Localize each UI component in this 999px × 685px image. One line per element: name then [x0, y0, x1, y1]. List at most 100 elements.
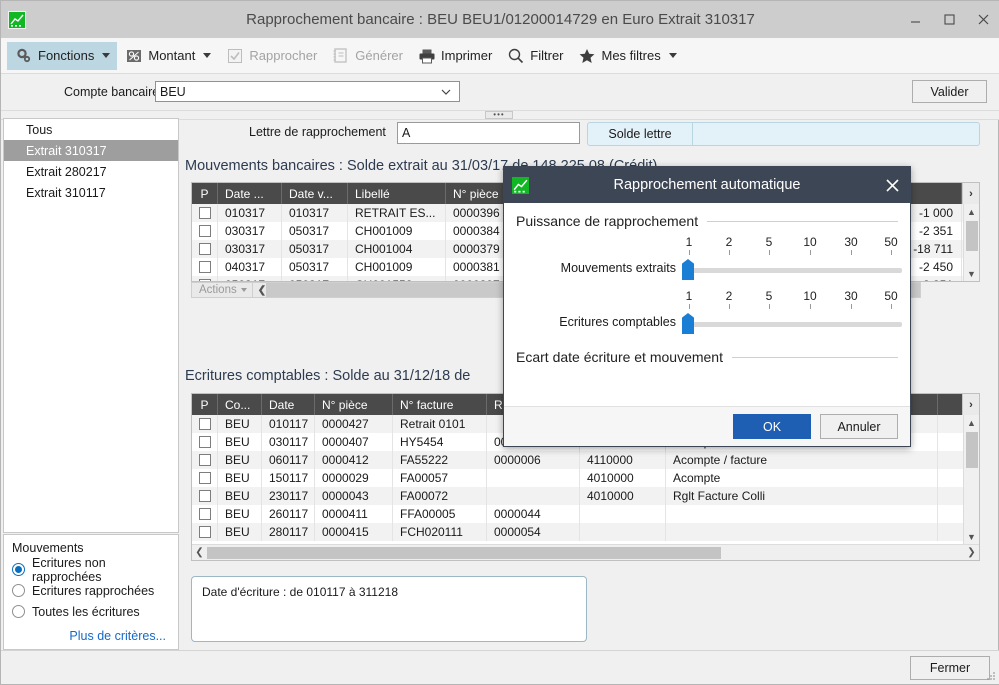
row-checkbox[interactable]: [192, 222, 218, 240]
tick-mark: [851, 250, 852, 255]
vertical-scrollbar[interactable]: ▲ ▼: [963, 415, 979, 544]
table-row[interactable]: BEU 150117 0000029 FA00057 4010000 Acomp…: [192, 469, 979, 487]
title-bar: Rapprochement bancaire : BEU BEU1/012000…: [1, 1, 999, 38]
column-header-n-facture[interactable]: N° facture: [393, 394, 487, 415]
slider-ecritures-comptables: 1 2 5 10 30: [516, 289, 898, 337]
gap-section-label: Ecart date écriture et mouvement: [516, 349, 723, 365]
radio-ecritures-rapprochees[interactable]: Ecritures rapprochées: [12, 580, 170, 601]
maximize-icon[interactable]: [932, 1, 966, 38]
chevron-down-icon[interactable]: [203, 53, 211, 58]
sidebar-item-extrait-280217[interactable]: Extrait 280217: [4, 161, 178, 182]
sidebar-item-tous[interactable]: Tous: [4, 119, 178, 140]
annuler-button[interactable]: Annuler: [820, 414, 898, 439]
criteria-summary-box: Date d'écriture : de 010117 à 311218: [191, 576, 587, 642]
column-header-n-piece[interactable]: N° pièce: [315, 394, 393, 415]
tick-label: 2: [721, 289, 737, 303]
row-checkbox[interactable]: [192, 505, 218, 523]
chevron-left-icon[interactable]: ❮: [258, 285, 266, 296]
plus-de-criteres-link[interactable]: Plus de critères...: [12, 629, 170, 643]
scroll-right-icon[interactable]: ❯: [964, 547, 979, 558]
radio-ecritures-non-rapprochees[interactable]: Ecritures non rapprochées: [12, 559, 170, 580]
application-window: Rapprochement bancaire : BEU BEU1/012000…: [0, 0, 999, 685]
column-header-p[interactable]: P: [192, 394, 218, 415]
row-checkbox[interactable]: [192, 451, 218, 469]
toolbar-label-montant: Montant: [148, 48, 195, 63]
row-checkbox[interactable]: [192, 204, 218, 222]
column-header-date[interactable]: Date: [262, 394, 315, 415]
column-header-p[interactable]: P: [192, 183, 218, 204]
extracts-sidebar[interactable]: Tous Extrait 310317 Extrait 280217 Extra…: [3, 118, 179, 533]
slider-thumb[interactable]: [682, 259, 694, 280]
book-icon: [331, 46, 350, 65]
scroll-left-icon[interactable]: ❮: [192, 547, 207, 558]
toolbar-label-rapprocher: Rapprocher: [249, 48, 317, 63]
horizontal-scrollbar[interactable]: ❮ ❯: [192, 544, 979, 560]
radio-label: Toutes les écritures: [32, 605, 140, 619]
cell-compte: [580, 505, 666, 523]
tick-label: 1: [681, 289, 697, 303]
letter-row: Lettre de rapprochement A Solde lettre: [183, 118, 998, 148]
cell-n-piece: 0000412: [315, 451, 393, 469]
scroll-up-icon[interactable]: ▲: [964, 415, 979, 430]
scroll-down-icon[interactable]: ▼: [964, 529, 979, 544]
scrollbar-thumb[interactable]: [966, 432, 978, 468]
scroll-columns-right-button[interactable]: ›: [962, 183, 979, 204]
sidebar-item-extrait-310117[interactable]: Extrait 310117: [4, 182, 178, 203]
row-checkbox[interactable]: [192, 523, 218, 541]
compte-bancaire-select[interactable]: BEU: [155, 81, 460, 102]
table-row[interactable]: BEU 280117 0000415 FCH020111 0000054: [192, 523, 979, 541]
close-icon[interactable]: [966, 1, 999, 38]
column-header-code[interactable]: Co...: [218, 394, 262, 415]
scrollbar-thumb[interactable]: [207, 547, 721, 559]
minimize-icon[interactable]: [898, 1, 932, 38]
sidebar-item-extrait-310317[interactable]: Extrait 310317: [4, 140, 178, 161]
row-checkbox[interactable]: [192, 433, 218, 451]
valider-button[interactable]: Valider: [912, 80, 987, 103]
ok-button[interactable]: OK: [733, 414, 811, 439]
radio-icon: [12, 605, 25, 618]
row-checkbox[interactable]: [192, 469, 218, 487]
scroll-up-icon[interactable]: ▲: [964, 204, 979, 219]
power-section-legend: Puissance de rapprochement: [516, 213, 898, 229]
row-checkbox[interactable]: [192, 258, 218, 276]
row-checkbox[interactable]: [192, 415, 218, 433]
table-row[interactable]: BEU 060117 0000412 FA55222 0000006 41100…: [192, 451, 979, 469]
slider-track[interactable]: [684, 268, 902, 273]
cell-n-facture: Retrait 0101: [393, 415, 487, 433]
cell-libelle: [666, 505, 938, 523]
fermer-button[interactable]: Fermer: [910, 656, 990, 680]
vertical-scrollbar[interactable]: ▲ ▼: [963, 204, 979, 281]
close-icon[interactable]: [882, 175, 902, 195]
scrollbar-thumb[interactable]: [966, 221, 978, 251]
toolbar-button-filtrer[interactable]: Filtrer: [499, 42, 570, 70]
chevron-down-icon[interactable]: [102, 53, 110, 58]
slider-thumb[interactable]: [682, 313, 694, 334]
toolbar-button-fonctions[interactable]: Fonctions: [7, 42, 117, 70]
table-row[interactable]: BEU 230117 0000043 FA00072 4010000 Rglt …: [192, 487, 979, 505]
scroll-columns-right-button[interactable]: ›: [962, 394, 979, 415]
cell-n-piece: 0000427: [315, 415, 393, 433]
column-header-date[interactable]: Date ...: [218, 183, 282, 204]
toolbar-button-montant[interactable]: Montant: [117, 42, 218, 70]
cell-code: BEU: [218, 523, 262, 541]
column-header-date-valeur[interactable]: Date v...: [282, 183, 348, 204]
column-header-libelle[interactable]: Libellé: [348, 183, 446, 204]
row-checkbox[interactable]: [192, 487, 218, 505]
radio-toutes-les-ecritures[interactable]: Toutes les écritures: [12, 601, 170, 622]
resize-grip[interactable]: [985, 670, 997, 682]
scroll-down-icon[interactable]: ▼: [964, 266, 979, 281]
lettre-value: A: [402, 126, 410, 140]
toolbar-label-imprimer: Imprimer: [441, 48, 492, 63]
tick-label: 2: [721, 235, 737, 249]
table-row[interactable]: BEU 260117 0000411 FFA00005 0000044: [192, 505, 979, 523]
toolbar-button-imprimer[interactable]: Imprimer: [410, 42, 499, 70]
chevron-down-icon[interactable]: [669, 53, 677, 58]
cell-code: BEU: [218, 487, 262, 505]
row-checkbox[interactable]: [192, 240, 218, 258]
slider-track[interactable]: [684, 322, 902, 327]
dialog-body: Puissance de rapprochement 1 2 5: [504, 203, 910, 408]
lettre-input[interactable]: A: [397, 122, 580, 144]
toolbar-button-mes-filtres[interactable]: Mes filtres: [571, 42, 684, 70]
cell-libelle: CH001004: [348, 240, 446, 258]
slider-label-ecritures-comptables: Ecritures comptables: [516, 315, 676, 329]
